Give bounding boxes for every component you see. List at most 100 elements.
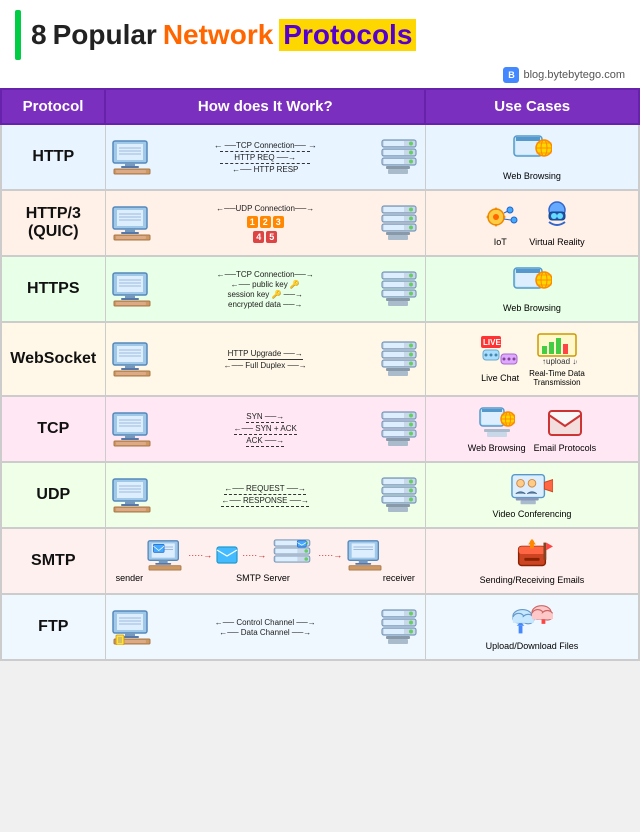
table-row: WebSocket [1, 322, 639, 396]
server-icon [378, 477, 420, 513]
arrow-data: ←── Data Channel ──→ [219, 628, 311, 637]
table-row: HTTPS [1, 256, 639, 322]
receiver-computer-icon [346, 539, 384, 571]
video-conf-icon [511, 471, 553, 507]
sender-computer-icon [146, 539, 184, 571]
how-http: ←──TCP Connection──→ HTTP REQ ──→ ←── HT… [105, 124, 425, 190]
arrow-req: ←── REQUEST ──→ [224, 484, 306, 495]
how-udp: ←── REQUEST ──→ ←── RESPONSE ──→ [105, 462, 425, 528]
table-row: HTTP/3(QUIC) [1, 190, 639, 256]
server-icon [378, 341, 420, 377]
table-row: SMTP [1, 528, 639, 594]
arrow-resp: ←── RESPONSE ──→ [221, 496, 309, 507]
computer-icon [111, 609, 153, 645]
server-icon [378, 205, 420, 241]
email-icon [544, 405, 586, 441]
arrow-duplex: ←── Full Duplex ──→ [224, 361, 307, 370]
computer-icon [111, 139, 153, 175]
vr-label: Virtual Reality [529, 237, 584, 247]
smtp-server-icon [270, 539, 314, 571]
web-browsing-icon [511, 133, 553, 169]
http3-arrows: ←──UDP Connection──→ 1 2 3 4 5 [156, 204, 375, 243]
title-protocols: Protocols [279, 19, 416, 51]
brand-row: B blog.bytebytego.com [0, 65, 640, 88]
computer-icon [111, 271, 153, 307]
send-email-label: Sending/Receiving Emails [480, 575, 585, 585]
main-container: 8 Popular Network Protocols B blog.byteb… [0, 0, 640, 661]
web-browsing-icon-2 [511, 265, 553, 301]
upload-download-label: Upload/Download Files [486, 641, 579, 651]
svg-text:LIVE: LIVE [483, 338, 501, 347]
server-icon [378, 271, 420, 307]
email-send-icon [511, 537, 553, 573]
col-how: How does It Work? [105, 89, 425, 124]
main-title: 8 Popular Network Protocols [31, 19, 416, 51]
use-websocket: LIVE [425, 322, 639, 396]
web-browsing-tcp-icon [476, 405, 518, 441]
title-network: Network [163, 19, 273, 51]
ftp-arrows: ←── Control Channel ──→ ←── Data Channel… [156, 618, 375, 637]
brand-icon: B [503, 67, 519, 83]
protocol-ftp: FTP [1, 594, 105, 660]
protocols-table: Protocol How does It Work? Use Cases HTT… [0, 88, 640, 661]
protocol-http3: HTTP/3(QUIC) [1, 190, 105, 256]
live-chat-label: Live Chat [481, 373, 519, 383]
arrow-control: ←── Control Channel ──→ [215, 618, 316, 627]
iot-icon [479, 199, 521, 235]
brand-text: blog.bytebytego.com [523, 69, 625, 81]
arrow-session: session key 🔑 ──→ [227, 290, 303, 299]
title-section: 8 Popular Network Protocols [0, 0, 640, 65]
vr-icon [536, 199, 578, 235]
arrow-line-3: ←── HTTP RESP [220, 163, 310, 174]
title-number: 8 [31, 19, 47, 51]
iot-label: IoT [494, 237, 507, 247]
realtime-label: Real-Time DataTransmission [529, 369, 585, 387]
table-row: FTP [1, 594, 639, 660]
svg-text:↑upload ↓download: ↑upload ↓download [542, 357, 577, 366]
table-row: HTTP [1, 124, 639, 190]
realtime-icon: ↑upload ↓download [536, 331, 578, 367]
col-protocol: Protocol [1, 89, 105, 124]
computer-icon [111, 477, 153, 513]
protocol-websocket: WebSocket [1, 322, 105, 396]
title-bar-decoration [15, 10, 21, 60]
email-protocols-label: Email Protocols [534, 443, 597, 453]
how-tcp: SYN ──→ ←── SYN + ACK ACK ──→ [105, 396, 425, 462]
how-https: ←──TCP Connection──→ ←── public key 🔑 se… [105, 256, 425, 322]
tcp-arrows: SYN ──→ ←── SYN + ACK ACK ──→ [156, 412, 375, 447]
arrow-synack: ←── SYN + ACK [234, 424, 297, 435]
col-use: Use Cases [425, 89, 639, 124]
arrow-udp: ←──UDP Connection──→ [216, 204, 314, 213]
web-browsing-label: Web Browsing [503, 171, 561, 181]
arrow-syn: SYN ──→ [246, 412, 284, 423]
arrow-pubkey: ←── public key 🔑 [231, 280, 300, 289]
computer-icon [111, 411, 153, 447]
websocket-arrows: HTTP Upgrade ──→ ←── Full Duplex ──→ [156, 349, 375, 370]
how-websocket: HTTP Upgrade ──→ ←── Full Duplex ──→ [105, 322, 425, 396]
server-icon [378, 609, 420, 645]
video-conf-label: Video Conferencing [493, 509, 572, 519]
computer-icon [111, 205, 153, 241]
computer-icon [111, 341, 153, 377]
use-http3: IoT [425, 190, 639, 256]
arrow-tcp2: ←──TCP Connection──→ [217, 270, 314, 279]
arrow-line-1: ←──TCP Connection──→ [214, 140, 317, 150]
smtp-server-label: SMTP Server [236, 573, 290, 583]
use-udp: Video Conferencing [425, 462, 639, 528]
protocol-http: HTTP [1, 124, 105, 190]
arrow-ack: ACK ──→ [246, 436, 284, 447]
server-icon [378, 411, 420, 447]
protocol-udp: UDP [1, 462, 105, 528]
receiver-label: receiver [383, 573, 415, 583]
protocol-tcp: TCP [1, 396, 105, 462]
web-browsing-label-2: Web Browsing [503, 303, 561, 313]
sender-label: sender [116, 573, 144, 583]
arrow-enc: encrypted data ──→ [228, 300, 302, 309]
use-https: Web Browsing [425, 256, 639, 322]
title-popular: Popular [53, 19, 157, 51]
arrow-upgrade: HTTP Upgrade ──→ [228, 349, 303, 360]
protocol-smtp: SMTP [1, 528, 105, 594]
how-http3: ←──UDP Connection──→ 1 2 3 4 5 [105, 190, 425, 256]
use-tcp: Web Browsing [425, 396, 639, 462]
arrow-line-2: HTTP REQ ──→ [220, 151, 310, 162]
